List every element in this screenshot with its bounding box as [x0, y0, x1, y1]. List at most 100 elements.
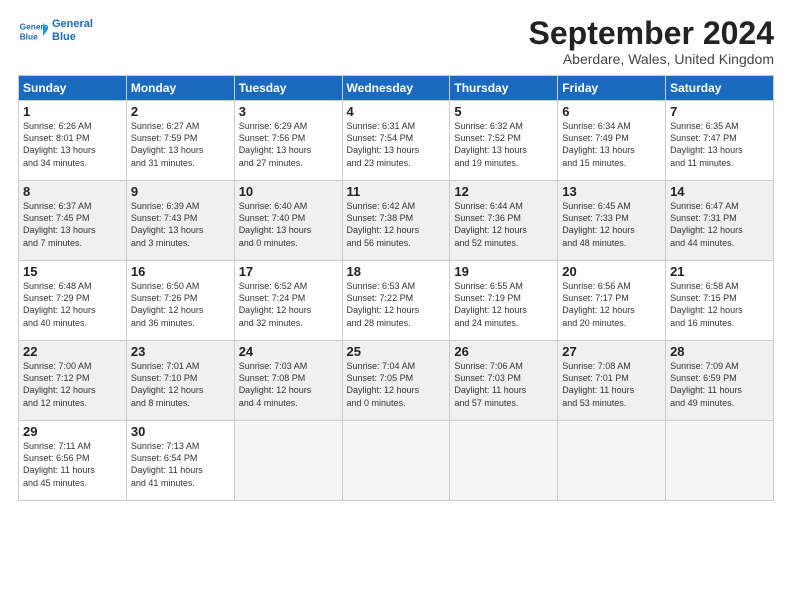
title-area: September 2024 Aberdare, Wales, United K…	[529, 16, 774, 67]
day-number: 1	[23, 104, 122, 119]
day-number: 16	[131, 264, 230, 279]
calendar-cell	[450, 421, 558, 501]
calendar-cell	[234, 421, 342, 501]
header-row: SundayMondayTuesdayWednesdayThursdayFrid…	[19, 76, 774, 101]
calendar-cell: 9Sunrise: 6:39 AMSunset: 7:43 PMDaylight…	[126, 181, 234, 261]
day-number: 29	[23, 424, 122, 439]
cell-content: Sunrise: 6:26 AMSunset: 8:01 PMDaylight:…	[23, 120, 122, 169]
cell-content: Sunrise: 6:55 AMSunset: 7:19 PMDaylight:…	[454, 280, 553, 329]
day-number: 14	[670, 184, 769, 199]
day-number: 28	[670, 344, 769, 359]
day-number: 27	[562, 344, 661, 359]
day-number: 15	[23, 264, 122, 279]
calendar-cell	[342, 421, 450, 501]
calendar-cell: 6Sunrise: 6:34 AMSunset: 7:49 PMDaylight…	[558, 101, 666, 181]
calendar-cell: 8Sunrise: 6:37 AMSunset: 7:45 PMDaylight…	[19, 181, 127, 261]
calendar-cell: 1Sunrise: 6:26 AMSunset: 8:01 PMDaylight…	[19, 101, 127, 181]
calendar-cell: 5Sunrise: 6:32 AMSunset: 7:52 PMDaylight…	[450, 101, 558, 181]
weekday-header: Wednesday	[342, 76, 450, 101]
cell-content: Sunrise: 7:06 AMSunset: 7:03 PMDaylight:…	[454, 360, 553, 409]
calendar-cell: 3Sunrise: 6:29 AMSunset: 7:56 PMDaylight…	[234, 101, 342, 181]
day-number: 17	[239, 264, 338, 279]
calendar-cell: 16Sunrise: 6:50 AMSunset: 7:26 PMDayligh…	[126, 261, 234, 341]
calendar-cell: 13Sunrise: 6:45 AMSunset: 7:33 PMDayligh…	[558, 181, 666, 261]
calendar-row: 29Sunrise: 7:11 AMSunset: 6:56 PMDayligh…	[19, 421, 774, 501]
calendar-row: 8Sunrise: 6:37 AMSunset: 7:45 PMDaylight…	[19, 181, 774, 261]
cell-content: Sunrise: 6:50 AMSunset: 7:26 PMDaylight:…	[131, 280, 230, 329]
calendar-cell: 10Sunrise: 6:40 AMSunset: 7:40 PMDayligh…	[234, 181, 342, 261]
cell-content: Sunrise: 6:42 AMSunset: 7:38 PMDaylight:…	[347, 200, 446, 249]
cell-content: Sunrise: 7:13 AMSunset: 6:54 PMDaylight:…	[131, 440, 230, 489]
cell-content: Sunrise: 6:48 AMSunset: 7:29 PMDaylight:…	[23, 280, 122, 329]
day-number: 18	[347, 264, 446, 279]
cell-content: Sunrise: 6:40 AMSunset: 7:40 PMDaylight:…	[239, 200, 338, 249]
day-number: 5	[454, 104, 553, 119]
day-number: 24	[239, 344, 338, 359]
calendar-cell	[666, 421, 774, 501]
day-number: 13	[562, 184, 661, 199]
header: General Blue General Blue September 2024…	[18, 16, 774, 67]
cell-content: Sunrise: 7:00 AMSunset: 7:12 PMDaylight:…	[23, 360, 122, 409]
day-number: 9	[131, 184, 230, 199]
cell-content: Sunrise: 7:09 AMSunset: 6:59 PMDaylight:…	[670, 360, 769, 409]
weekday-header: Sunday	[19, 76, 127, 101]
calendar-row: 22Sunrise: 7:00 AMSunset: 7:12 PMDayligh…	[19, 341, 774, 421]
calendar-cell: 29Sunrise: 7:11 AMSunset: 6:56 PMDayligh…	[19, 421, 127, 501]
calendar-cell: 7Sunrise: 6:35 AMSunset: 7:47 PMDaylight…	[666, 101, 774, 181]
calendar-cell: 24Sunrise: 7:03 AMSunset: 7:08 PMDayligh…	[234, 341, 342, 421]
cell-content: Sunrise: 6:39 AMSunset: 7:43 PMDaylight:…	[131, 200, 230, 249]
day-number: 21	[670, 264, 769, 279]
weekday-header: Tuesday	[234, 76, 342, 101]
cell-content: Sunrise: 7:01 AMSunset: 7:10 PMDaylight:…	[131, 360, 230, 409]
day-number: 26	[454, 344, 553, 359]
calendar-cell: 26Sunrise: 7:06 AMSunset: 7:03 PMDayligh…	[450, 341, 558, 421]
calendar-cell: 17Sunrise: 6:52 AMSunset: 7:24 PMDayligh…	[234, 261, 342, 341]
svg-text:Blue: Blue	[20, 31, 38, 41]
logo-text: General	[52, 18, 93, 31]
calendar-cell: 4Sunrise: 6:31 AMSunset: 7:54 PMDaylight…	[342, 101, 450, 181]
calendar-cell: 11Sunrise: 6:42 AMSunset: 7:38 PMDayligh…	[342, 181, 450, 261]
calendar-cell: 23Sunrise: 7:01 AMSunset: 7:10 PMDayligh…	[126, 341, 234, 421]
calendar-cell: 14Sunrise: 6:47 AMSunset: 7:31 PMDayligh…	[666, 181, 774, 261]
calendar-cell: 30Sunrise: 7:13 AMSunset: 6:54 PMDayligh…	[126, 421, 234, 501]
calendar-cell: 15Sunrise: 6:48 AMSunset: 7:29 PMDayligh…	[19, 261, 127, 341]
calendar-row: 1Sunrise: 6:26 AMSunset: 8:01 PMDaylight…	[19, 101, 774, 181]
calendar-cell: 2Sunrise: 6:27 AMSunset: 7:59 PMDaylight…	[126, 101, 234, 181]
cell-content: Sunrise: 6:37 AMSunset: 7:45 PMDaylight:…	[23, 200, 122, 249]
cell-content: Sunrise: 7:03 AMSunset: 7:08 PMDaylight:…	[239, 360, 338, 409]
calendar-cell	[558, 421, 666, 501]
calendar-cell: 22Sunrise: 7:00 AMSunset: 7:12 PMDayligh…	[19, 341, 127, 421]
calendar-cell: 20Sunrise: 6:56 AMSunset: 7:17 PMDayligh…	[558, 261, 666, 341]
calendar-cell: 12Sunrise: 6:44 AMSunset: 7:36 PMDayligh…	[450, 181, 558, 261]
cell-content: Sunrise: 6:47 AMSunset: 7:31 PMDaylight:…	[670, 200, 769, 249]
cell-content: Sunrise: 6:31 AMSunset: 7:54 PMDaylight:…	[347, 120, 446, 169]
weekday-header: Friday	[558, 76, 666, 101]
day-number: 22	[23, 344, 122, 359]
calendar-cell: 27Sunrise: 7:08 AMSunset: 7:01 PMDayligh…	[558, 341, 666, 421]
calendar-cell: 18Sunrise: 6:53 AMSunset: 7:22 PMDayligh…	[342, 261, 450, 341]
day-number: 7	[670, 104, 769, 119]
cell-content: Sunrise: 7:08 AMSunset: 7:01 PMDaylight:…	[562, 360, 661, 409]
calendar-table: SundayMondayTuesdayWednesdayThursdayFrid…	[18, 75, 774, 501]
day-number: 11	[347, 184, 446, 199]
logo-text2: Blue	[52, 31, 93, 44]
cell-content: Sunrise: 6:53 AMSunset: 7:22 PMDaylight:…	[347, 280, 446, 329]
location: Aberdare, Wales, United Kingdom	[529, 51, 774, 67]
calendar-row: 15Sunrise: 6:48 AMSunset: 7:29 PMDayligh…	[19, 261, 774, 341]
cell-content: Sunrise: 6:27 AMSunset: 7:59 PMDaylight:…	[131, 120, 230, 169]
logo-icon: General Blue	[18, 16, 48, 46]
calendar-cell: 28Sunrise: 7:09 AMSunset: 6:59 PMDayligh…	[666, 341, 774, 421]
cell-content: Sunrise: 7:11 AMSunset: 6:56 PMDaylight:…	[23, 440, 122, 489]
day-number: 20	[562, 264, 661, 279]
page: General Blue General Blue September 2024…	[0, 0, 792, 612]
day-number: 12	[454, 184, 553, 199]
day-number: 3	[239, 104, 338, 119]
cell-content: Sunrise: 6:34 AMSunset: 7:49 PMDaylight:…	[562, 120, 661, 169]
calendar-cell: 25Sunrise: 7:04 AMSunset: 7:05 PMDayligh…	[342, 341, 450, 421]
logo: General Blue General Blue	[18, 16, 93, 46]
day-number: 30	[131, 424, 230, 439]
cell-content: Sunrise: 6:29 AMSunset: 7:56 PMDaylight:…	[239, 120, 338, 169]
weekday-header: Saturday	[666, 76, 774, 101]
day-number: 23	[131, 344, 230, 359]
cell-content: Sunrise: 6:35 AMSunset: 7:47 PMDaylight:…	[670, 120, 769, 169]
